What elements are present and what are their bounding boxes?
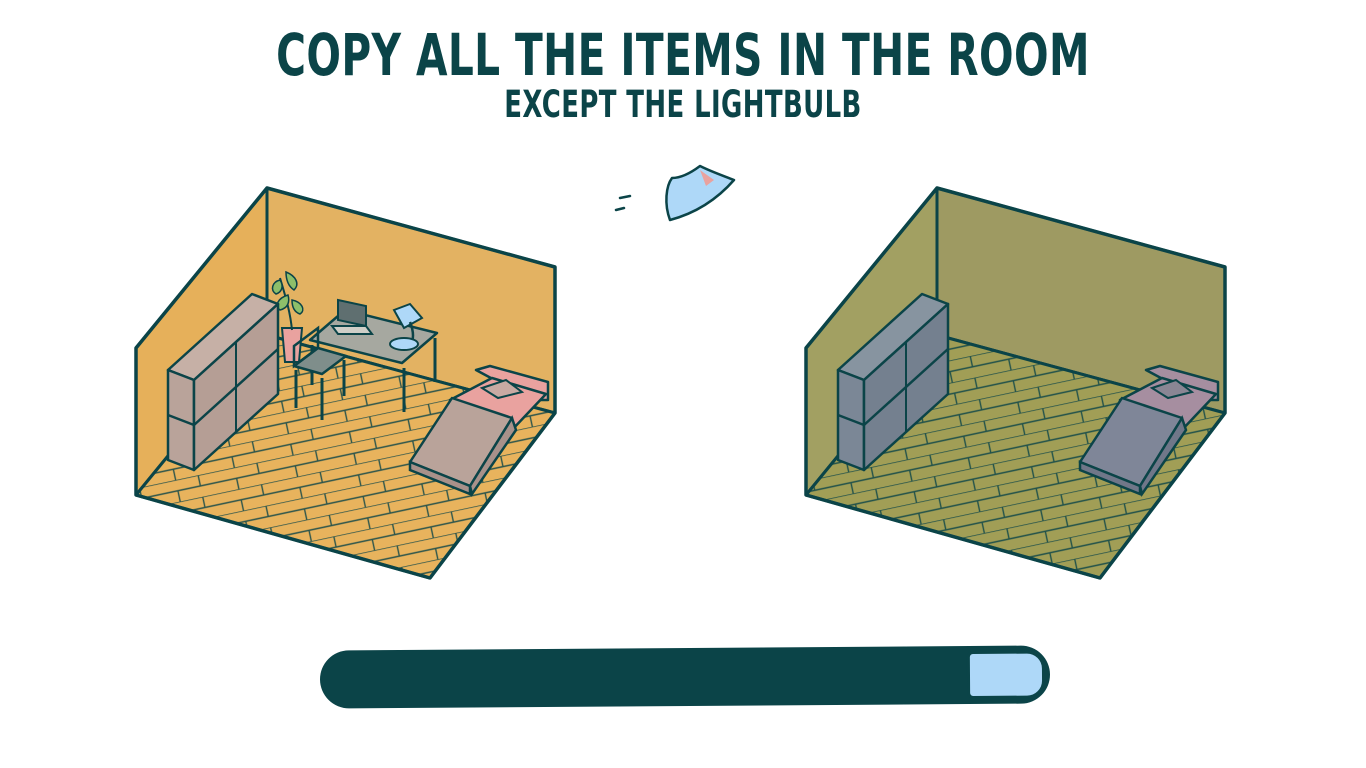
copy-room — [804, 186, 1227, 580]
progress-fill — [966, 650, 1046, 700]
progress-bar — [319, 645, 1051, 709]
source-room — [134, 186, 557, 580]
paper-plane-cursor-icon — [614, 164, 736, 222]
laptop — [330, 298, 374, 335]
